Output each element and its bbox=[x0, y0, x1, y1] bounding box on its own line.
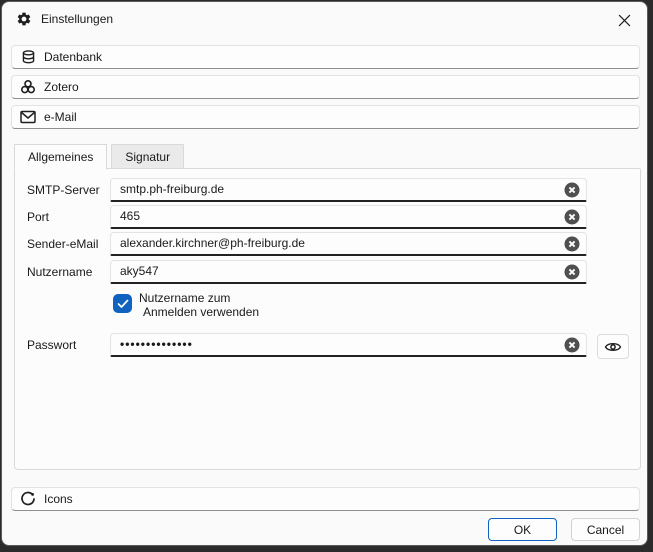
checkmark-icon bbox=[117, 299, 129, 309]
smtp-server-row: SMTP-Server bbox=[15, 178, 640, 202]
gear-icon bbox=[16, 11, 32, 27]
section-label: Icons bbox=[44, 492, 73, 506]
ok-button-label: OK bbox=[514, 523, 531, 537]
section-header-zotero[interactable]: Zotero bbox=[11, 75, 640, 99]
password-input[interactable] bbox=[111, 334, 586, 355]
password-label: Passwort bbox=[27, 338, 76, 352]
smtp-server-label: SMTP-Server bbox=[27, 183, 100, 197]
settings-dialog: Einstellungen Datenbank Zotero e-Mail Al… bbox=[1, 1, 648, 546]
database-icon bbox=[20, 49, 36, 65]
reveal-password-button[interactable] bbox=[597, 334, 629, 359]
cancel-button-label: Cancel bbox=[587, 523, 624, 537]
sender-email-input[interactable] bbox=[111, 233, 586, 254]
tab-signatur[interactable]: Signatur bbox=[111, 144, 184, 169]
tab-allgemeines[interactable]: Allgemeines bbox=[14, 144, 107, 170]
zotero-icon bbox=[20, 79, 36, 95]
close-button[interactable] bbox=[611, 8, 637, 32]
username-input[interactable] bbox=[111, 261, 586, 282]
title-bar: Einstellungen bbox=[2, 2, 647, 36]
close-icon bbox=[618, 14, 631, 27]
sender-email-textbox bbox=[110, 232, 587, 256]
port-input[interactable] bbox=[111, 206, 586, 227]
port-textbox bbox=[110, 205, 587, 229]
section-header-datenbank[interactable]: Datenbank bbox=[11, 45, 640, 69]
ok-button[interactable]: OK bbox=[488, 518, 557, 541]
username-row: Nutzername bbox=[15, 260, 640, 284]
clear-field-button[interactable] bbox=[564, 236, 580, 252]
section-label: Zotero bbox=[44, 80, 79, 94]
section-header-icons[interactable]: Icons bbox=[11, 487, 640, 511]
password-textbox bbox=[110, 333, 587, 357]
sender-email-label: Sender-eMail bbox=[27, 237, 98, 251]
checkbox-label-line1: Nutzername zum bbox=[139, 291, 259, 305]
checkbox-label: Nutzername zum Anmelden verwenden bbox=[139, 291, 259, 319]
username-label: Nutzername bbox=[27, 265, 92, 279]
checkbox-checked[interactable] bbox=[113, 294, 132, 313]
sender-email-row: Sender-eMail bbox=[15, 232, 640, 256]
cancel-button[interactable]: Cancel bbox=[571, 518, 640, 541]
password-row: Passwort bbox=[15, 333, 640, 357]
clear-field-button[interactable] bbox=[564, 264, 580, 280]
clear-field-button[interactable] bbox=[564, 337, 580, 353]
clear-x-icon bbox=[564, 264, 580, 280]
clear-field-button[interactable] bbox=[564, 182, 580, 198]
section-label: Datenbank bbox=[44, 50, 102, 64]
smtp-server-textbox bbox=[110, 178, 587, 202]
section-header-email[interactable]: e-Mail bbox=[11, 105, 640, 129]
window-title: Einstellungen bbox=[41, 12, 113, 26]
section-label: e-Mail bbox=[44, 110, 77, 124]
checkbox-label-line2: Anmelden verwenden bbox=[139, 305, 259, 319]
port-label: Port bbox=[27, 210, 49, 224]
username-textbox bbox=[110, 260, 587, 284]
clear-field-button[interactable] bbox=[564, 209, 580, 225]
email-tabstrip: Allgemeines Signatur bbox=[14, 144, 184, 169]
clear-x-icon bbox=[564, 209, 580, 225]
port-row: Port bbox=[15, 205, 640, 229]
mail-icon bbox=[20, 109, 36, 125]
eye-icon bbox=[604, 341, 622, 353]
tab-label: Allgemeines bbox=[28, 150, 93, 164]
clear-x-icon bbox=[564, 236, 580, 252]
refresh-icon bbox=[20, 491, 36, 507]
clear-x-icon bbox=[564, 182, 580, 198]
tab-label: Signatur bbox=[125, 150, 170, 164]
use-username-checkbox-row[interactable]: Nutzername zum Anmelden verwenden bbox=[113, 291, 259, 319]
email-panel: SMTP-Server Port Sender-eMail bbox=[14, 168, 641, 470]
clear-x-icon bbox=[564, 337, 580, 353]
smtp-server-input[interactable] bbox=[111, 179, 586, 200]
